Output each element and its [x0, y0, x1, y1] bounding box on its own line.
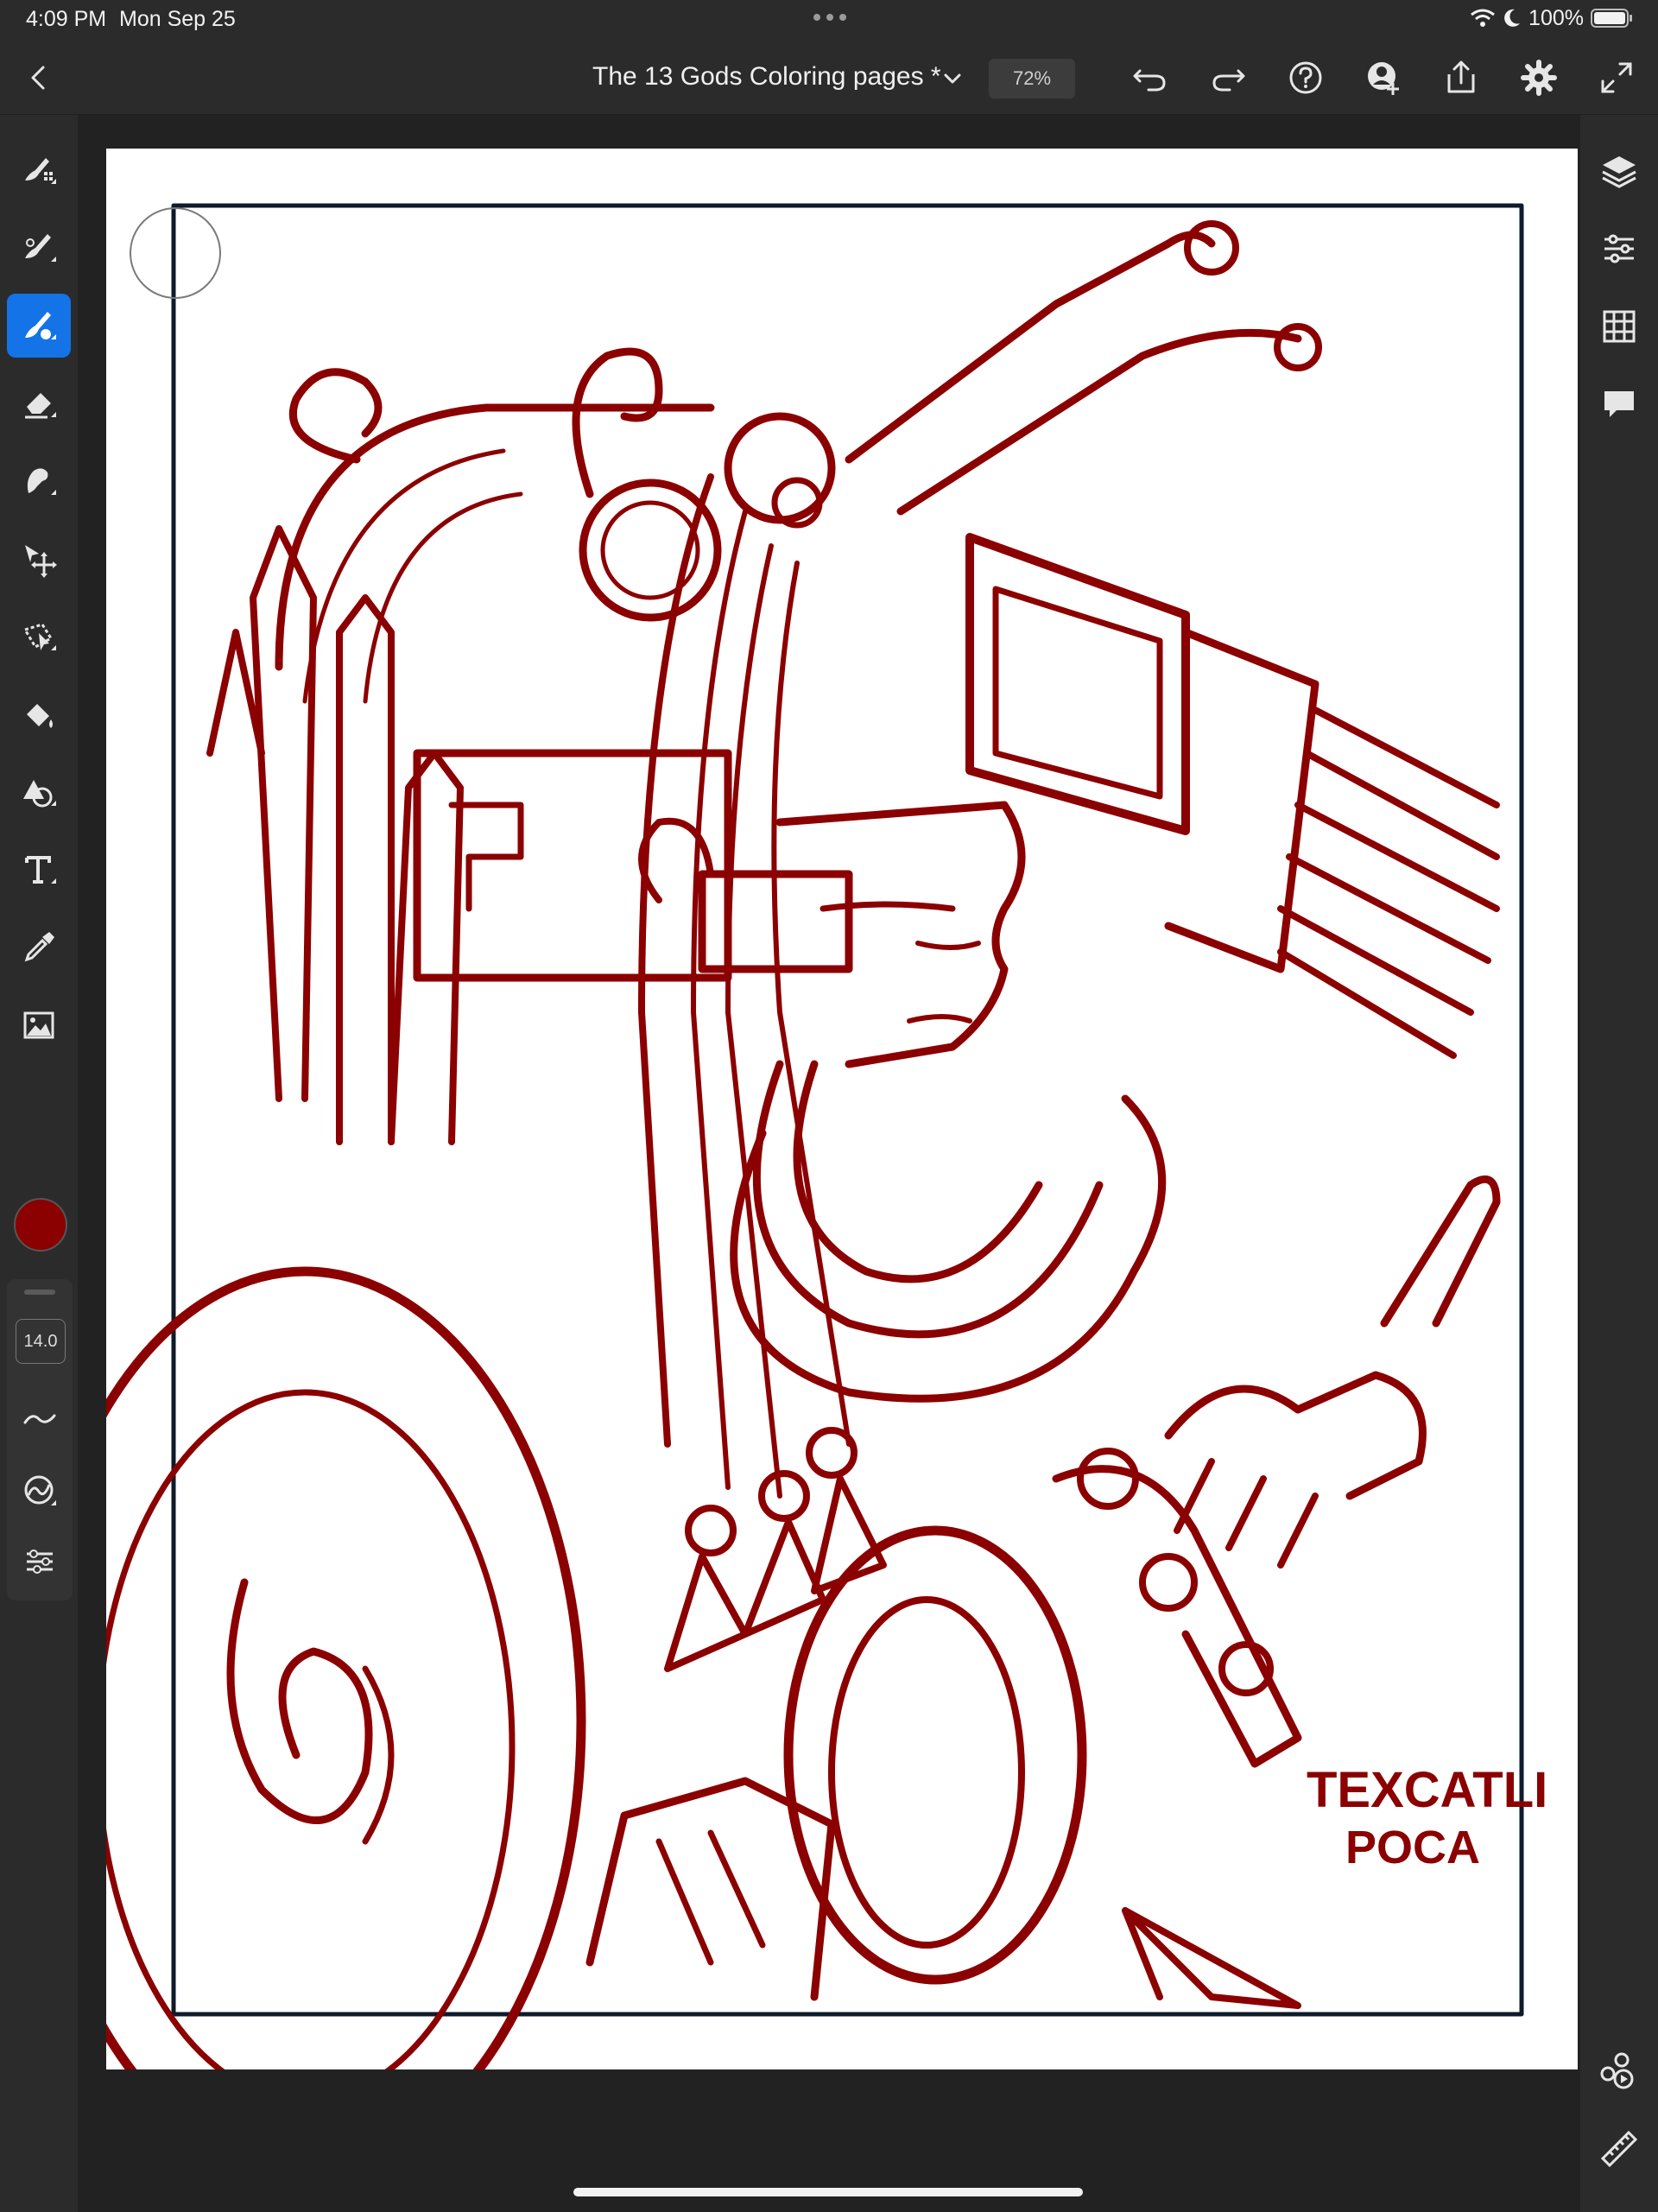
ruler-icon[interactable]	[1598, 2127, 1641, 2171]
properties-icon[interactable]	[1598, 227, 1641, 270]
touch-shortcut-icon[interactable]	[1598, 2050, 1641, 2093]
image-tool[interactable]	[7, 993, 71, 1057]
home-indicator[interactable]	[573, 2188, 1083, 2196]
smoothing-icon	[23, 1414, 56, 1424]
share-icon[interactable]	[1442, 59, 1480, 97]
battery-percent: 100%	[1528, 5, 1584, 30]
status-time: 4:09 PM	[26, 7, 107, 31]
moon-icon	[1504, 9, 1521, 27]
brush-settings-panel: 14.0	[7, 1279, 73, 1600]
wifi-icon	[1471, 9, 1495, 27]
multitasking-dots-icon[interactable]	[812, 9, 848, 26]
back-icon[interactable]	[22, 60, 57, 95]
vector-brush-icon	[25, 312, 56, 339]
status-indicators: 100%	[1470, 5, 1634, 31]
pressure-button[interactable]	[16, 1467, 63, 1514]
text-icon	[25, 856, 56, 884]
smoothing-button[interactable]	[16, 1397, 63, 1443]
artboard[interactable]: TEXCATLI POCA	[106, 149, 1578, 2069]
fill-icon	[27, 704, 53, 728]
eyedropper-icon	[24, 932, 54, 962]
signature-line2: POCA	[1345, 1822, 1480, 1873]
eyedropper-tool[interactable]	[7, 916, 71, 979]
document-title[interactable]: The 13 Gods Coloring pages *	[592, 62, 941, 92]
redo-icon[interactable]	[1209, 59, 1247, 97]
move-tool[interactable]	[7, 527, 71, 591]
settings-icon[interactable]	[1520, 59, 1558, 97]
selection-icon	[22, 623, 56, 650]
vector-brush-tool[interactable]	[7, 294, 71, 358]
pressure-icon	[24, 1475, 56, 1505]
live-brush-icon	[25, 234, 56, 262]
shape-icon	[23, 780, 56, 808]
fill-tool[interactable]	[7, 682, 71, 746]
battery-icon	[1591, 9, 1632, 28]
zoom-level[interactable]: 72%	[989, 59, 1075, 98]
left-toolbar: 14.0	[0, 115, 78, 2212]
color-swatch[interactable]	[14, 1198, 67, 1252]
eraser-icon	[25, 393, 56, 419]
smudge-tool[interactable]	[7, 449, 71, 513]
brush-size-value[interactable]: 14.0	[16, 1319, 66, 1364]
image-icon	[23, 1011, 54, 1039]
status-date: Mon Sep 25	[119, 7, 236, 31]
eraser-tool[interactable]	[7, 371, 71, 435]
chevron-down-icon[interactable]	[940, 66, 965, 92]
status-bar: 4:09 PM Mon Sep 25 100%	[0, 0, 1658, 38]
brush-settings-icon	[27, 1550, 53, 1574]
help-icon[interactable]	[1287, 59, 1325, 97]
aztec-god-illustration: TEXCATLI POCA	[106, 203, 1547, 2069]
text-tool[interactable]	[7, 838, 71, 902]
brush-cursor	[130, 207, 221, 299]
brush-settings-button[interactable]	[16, 1538, 63, 1585]
undo-icon[interactable]	[1131, 59, 1169, 97]
move-icon	[25, 545, 57, 578]
smudge-icon	[27, 468, 56, 495]
grid-icon[interactable]	[1598, 305, 1641, 348]
shape-tool[interactable]	[7, 760, 71, 824]
fullscreen-icon[interactable]	[1598, 59, 1636, 97]
live-brush-tool[interactable]	[7, 216, 71, 280]
selection-tool[interactable]	[7, 605, 71, 669]
invite-user-icon[interactable]	[1364, 59, 1402, 97]
panel-grip[interactable]	[24, 1290, 55, 1295]
document-toolbar: The 13 Gods Coloring pages * 72%	[0, 38, 1658, 115]
comments-icon[interactable]	[1598, 383, 1641, 426]
layers-icon[interactable]	[1598, 149, 1641, 193]
right-toolbar	[1580, 115, 1658, 2212]
pixel-brush-icon	[25, 158, 56, 184]
pixel-brush-tool[interactable]	[7, 138, 71, 202]
signature-line1: TEXCATLI	[1307, 1762, 1547, 1818]
